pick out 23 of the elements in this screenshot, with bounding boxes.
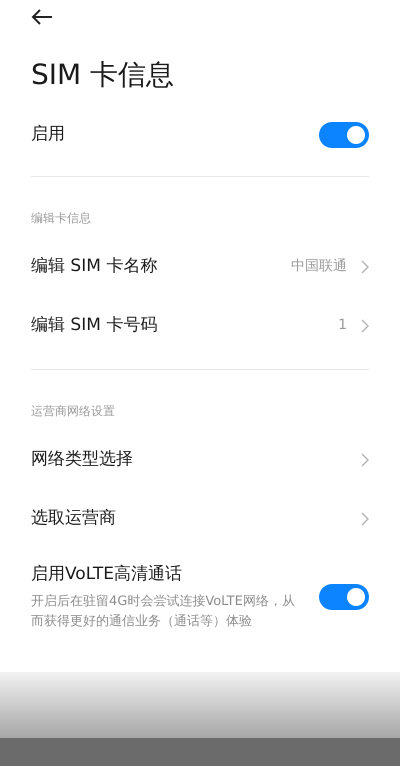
setting-description: 开启后在驻留4G时会尝试连接VoLTE网络，从而获得更好的通信业务（通话等）体验 xyxy=(31,592,296,630)
page-title: SIM 卡信息 xyxy=(31,58,174,91)
section-heading: 编辑卡信息 xyxy=(31,211,91,225)
setting-value: 1 xyxy=(338,316,347,335)
setting-label: 编辑 SIM 卡名称 xyxy=(31,254,158,278)
section-heading: 运营商网络设置 xyxy=(31,404,115,418)
chevron-right-icon xyxy=(361,260,369,274)
settings-row[interactable]: 编辑 SIM 卡号码 1 xyxy=(31,296,369,355)
setting-label: 网络类型选择 xyxy=(31,448,133,471)
chevron-right-icon xyxy=(361,318,369,332)
toggle-switch[interactable] xyxy=(319,584,369,610)
setting-value: 中国联通 xyxy=(291,257,347,276)
settings-row[interactable]: 网络类型选择 xyxy=(31,430,369,489)
chevron-right-icon xyxy=(361,452,369,466)
back-arrow-icon[interactable] xyxy=(31,8,53,26)
chevron-right-icon xyxy=(361,512,369,526)
setting-label: 启用VoLTE高清通话 xyxy=(31,563,183,586)
settings-row[interactable]: 选取运营商 xyxy=(31,489,369,548)
setting-label: 选取运营商 xyxy=(31,506,116,530)
setting-label: 启用 xyxy=(31,123,65,146)
toggle-switch[interactable] xyxy=(319,122,369,148)
setting-label: 编辑 SIM 卡号码 xyxy=(31,314,158,337)
settings-row[interactable]: 编辑 SIM 卡名称 中国联通 xyxy=(31,237,369,296)
